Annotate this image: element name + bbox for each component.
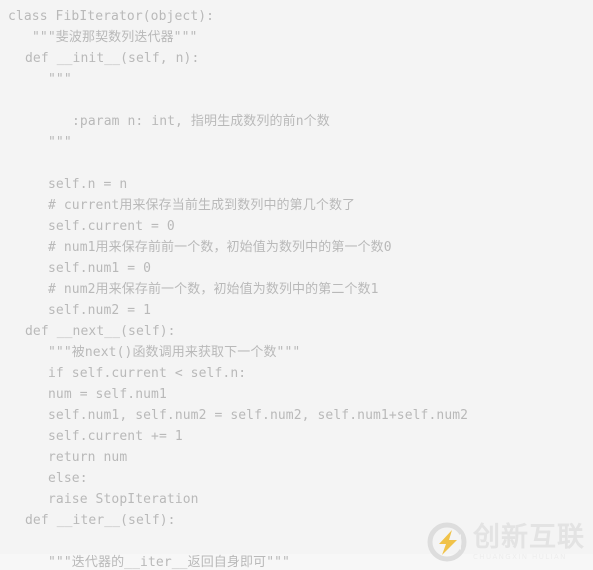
code-line: def __iter__(self):	[25, 513, 176, 528]
code-line: self.num1 = 0	[48, 261, 152, 276]
code-line: raise StopIteration	[48, 492, 199, 507]
code-line: self.num2 = 1	[48, 303, 152, 318]
code-line: """迭代器的__iter__返回自身即可"""	[48, 555, 290, 570]
code-line: :param n: int, 指明生成数列的前n个数	[72, 114, 330, 129]
code-line: # current用来保存当前生成到数列中的第几个数了	[48, 198, 356, 213]
code-line: class FibIterator(object):	[8, 9, 215, 24]
code-line: if self.current < self.n:	[48, 366, 247, 381]
code-line: self.current = 0	[48, 219, 175, 234]
code-screenshot: class FibIterator(object): """斐波那契数列迭代器""…	[0, 0, 593, 570]
code-line: num = self.num1	[48, 387, 167, 402]
code-line: # num1用来保存前前一个数，初始值为数列中的第一个数0	[48, 240, 392, 255]
code-line: return num	[48, 450, 128, 465]
code-line: self.current += 1	[48, 429, 183, 444]
code-line: # num2用来保存前一个数，初始值为数列中的第二个数1	[48, 282, 379, 297]
code-line: """	[48, 72, 72, 87]
python-code-block: class FibIterator(object): """斐波那契数列迭代器""…	[0, 0, 593, 570]
code-line: else:	[48, 471, 88, 486]
code-line: self.n = n	[48, 177, 128, 192]
code-line: self.num1, self.num2 = self.num2, self.n…	[48, 408, 469, 423]
code-line: """	[48, 135, 72, 150]
code-line: def __init__(self, n):	[25, 51, 200, 66]
code-line: def __next__(self):	[25, 324, 176, 339]
code-line: """斐波那契数列迭代器"""	[32, 30, 198, 45]
code-line: """被next()函数调用来获取下一个数"""	[48, 345, 301, 360]
